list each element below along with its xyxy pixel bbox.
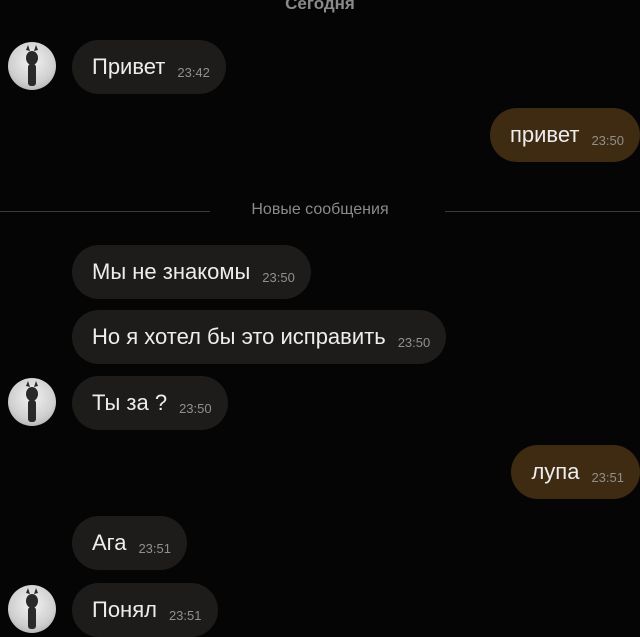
message-bubble[interactable]: Ага 23:51 <box>72 516 187 570</box>
message-bubble[interactable]: Мы не знакомы 23:50 <box>72 245 311 299</box>
message-text: привет <box>509 122 580 147</box>
message-time: 23:50 <box>591 132 624 148</box>
message-text: Привет <box>92 54 166 79</box>
message-time: 23:50 <box>262 269 295 285</box>
message-text: Ага <box>92 530 127 555</box>
message-time: 23:51 <box>138 540 171 556</box>
message-time: 23:51 <box>591 469 624 485</box>
message-time: 23:50 <box>397 334 431 350</box>
sender-avatar-icon[interactable] <box>8 585 56 633</box>
date-separator: Сегодня <box>285 0 355 13</box>
message-time: 23:42 <box>177 64 210 80</box>
message-bubble[interactable]: Понял 23:51 <box>72 583 218 637</box>
message-text: Ты за ? <box>92 390 168 415</box>
message-bubble[interactable]: лупа 23:51 <box>511 445 640 499</box>
sender-avatar-icon[interactable] <box>8 42 56 90</box>
new-messages-separator: Новые сообщения <box>0 200 640 222</box>
message-bubble[interactable]: Привет 23:42 <box>72 40 226 94</box>
message-bubble[interactable]: Ты за ? 23:50 <box>72 376 228 430</box>
chat-view: Сегодня Привет 23:42 привет 23:50 Новые … <box>0 0 640 637</box>
message-time: 23:50 <box>179 400 212 416</box>
sender-avatar-icon[interactable] <box>8 378 56 426</box>
new-messages-label: Новые сообщения <box>251 201 389 218</box>
message-bubble[interactable]: Но я хотел бы это исправить 23:50 <box>72 310 447 364</box>
message-text: лупа <box>531 459 580 484</box>
message-text: Мы не знакомы <box>92 259 251 284</box>
message-bubble[interactable]: привет 23:50 <box>489 108 640 162</box>
message-time: 23:51 <box>168 607 202 623</box>
message-text: Но я хотел бы это исправить <box>92 324 386 349</box>
message-text: Понял <box>92 597 157 622</box>
